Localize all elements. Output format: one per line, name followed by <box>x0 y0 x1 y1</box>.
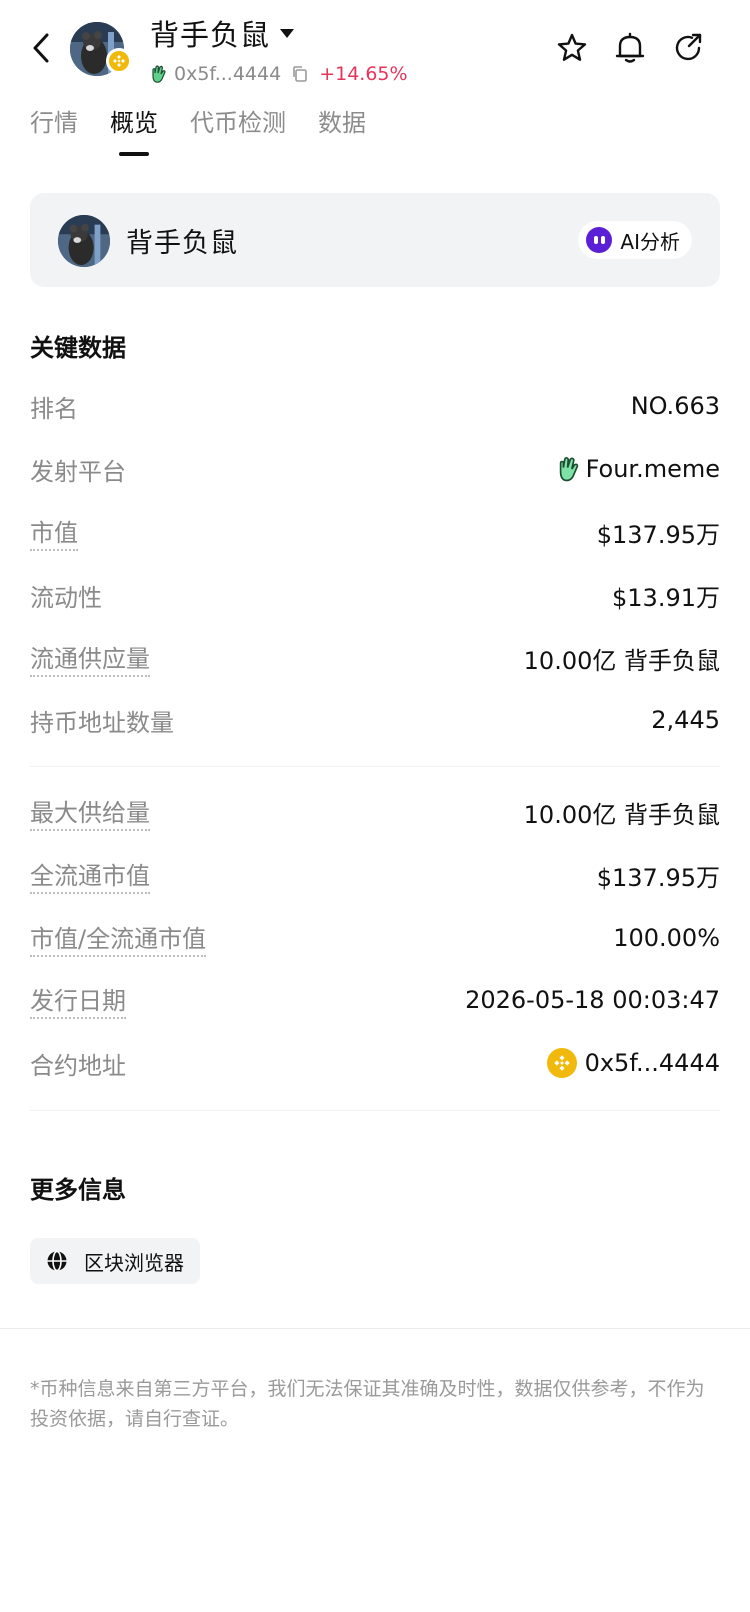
share-button[interactable] <box>670 30 706 66</box>
token-card-avatar <box>58 215 110 267</box>
copy-icon[interactable] <box>291 65 309 83</box>
globe-icon <box>47 1250 67 1272</box>
token-card-name: 背手负鼠 <box>126 228 238 259</box>
row-value: 10.00亿 背手负鼠 <box>523 646 720 675</box>
block-explorer-label: 区块浏览器 <box>84 1250 184 1275</box>
row-circulating-supply: 流通供应量 10.00亿 背手负鼠 <box>30 638 720 678</box>
key-data-title: 关键数据 <box>30 334 126 362</box>
token-subtitle: 0x5f...4444 +14.65% <box>150 60 408 88</box>
row-label[interactable]: 市值/全流通市值 <box>30 919 207 957</box>
share-icon <box>675 33 702 61</box>
row-fdv: 全流通市值 $137.95万 <box>30 855 720 895</box>
row-rank: 排名 NO.663 <box>30 386 720 426</box>
row-value: 10.00亿 背手负鼠 <box>523 800 720 829</box>
row-liquidity: 流动性 $13.91万 <box>30 575 720 615</box>
row-value: 100.00% <box>613 924 720 952</box>
back-icon <box>33 33 49 63</box>
row-value: $137.95万 <box>596 520 720 549</box>
row-mcap-fdv-ratio: 市值/全流通市值 100.00% <box>30 918 720 958</box>
contract-address: 0x5f...4444 <box>584 1049 720 1077</box>
row-launch-platform: 发射平台 Four.meme <box>30 449 720 489</box>
bell-icon <box>615 32 645 63</box>
block-explorer-button[interactable]: 区块浏览器 <box>30 1238 200 1284</box>
row-issue-date: 发行日期 2026-05-18 00:03:47 <box>30 980 720 1020</box>
ai-analysis-button[interactable]: AI分析 <box>578 221 692 259</box>
header: 背手负鼠 0x5f...4444 +14.65% <box>0 0 750 100</box>
row-label: 持币地址数量 <box>30 708 174 737</box>
caret-down-icon <box>280 28 295 38</box>
row-value: 2,445 <box>651 706 720 734</box>
tab-data[interactable]: 数据 <box>318 104 366 146</box>
tab-bar: 行情 概览 代币检测 数据 <box>30 104 398 164</box>
row-label: 排名 <box>30 394 78 423</box>
row-label[interactable]: 市值 <box>30 513 78 551</box>
row-value: $137.95万 <box>596 863 720 892</box>
row-value-platform[interactable]: Four.meme <box>556 455 720 483</box>
row-label: 合约地址 <box>30 1051 126 1080</box>
token-address: 0x5f...4444 <box>174 63 282 85</box>
row-market-cap: 市值 $137.95万 <box>30 512 720 552</box>
tab-overview[interactable]: 概览 <box>110 104 158 146</box>
divider <box>30 1110 720 1111</box>
bsc-chain-icon <box>546 1048 577 1078</box>
row-label[interactable]: 最大供给量 <box>30 793 150 831</box>
ai-robot-icon <box>586 227 613 253</box>
tab-market[interactable]: 行情 <box>30 104 78 146</box>
token-avatar <box>70 22 132 76</box>
price-change: +14.65% <box>319 63 408 85</box>
section-divider <box>0 1328 750 1329</box>
bsc-chain-icon <box>106 48 132 74</box>
token-title: 背手负鼠 <box>150 18 271 52</box>
row-holders: 持币地址数量 2,445 <box>30 700 720 740</box>
row-max-supply: 最大供给量 10.00亿 背手负鼠 <box>30 792 720 832</box>
token-title-dropdown[interactable]: 背手负鼠 <box>150 14 295 52</box>
back-button[interactable] <box>26 30 56 66</box>
tab-token-check[interactable]: 代币检测 <box>190 104 286 146</box>
row-label: 发射平台 <box>30 457 126 486</box>
row-label[interactable]: 发行日期 <box>30 981 126 1019</box>
alert-button[interactable] <box>612 30 648 66</box>
row-value: NO.663 <box>630 392 720 420</box>
row-value: $13.91万 <box>612 583 720 612</box>
divider <box>30 766 720 767</box>
token-card: 背手负鼠 AI分析 <box>30 193 720 287</box>
row-contract-address: 合约地址 0x5f...4444 <box>30 1043 720 1083</box>
fourmeme-hand-icon <box>559 456 578 482</box>
row-label[interactable]: 流通供应量 <box>30 639 150 677</box>
row-label: 流动性 <box>30 583 102 612</box>
star-icon <box>557 33 587 61</box>
platform-name: Four.meme <box>585 455 720 483</box>
contract-address-value[interactable]: 0x5f...4444 <box>546 1048 720 1078</box>
more-info-title: 更多信息 <box>30 1176 126 1204</box>
favorite-button[interactable] <box>554 30 590 66</box>
fourmeme-hand-icon <box>152 65 166 83</box>
ai-analysis-label: AI分析 <box>620 229 680 254</box>
disclaimer-text: *币种信息来自第三方平台，我们无法保证其准确及时性，数据仅供参考，不作为投资依据… <box>30 1378 705 1430</box>
row-value: 2026-05-18 00:03:47 <box>465 986 720 1014</box>
row-label[interactable]: 全流通市值 <box>30 856 150 894</box>
